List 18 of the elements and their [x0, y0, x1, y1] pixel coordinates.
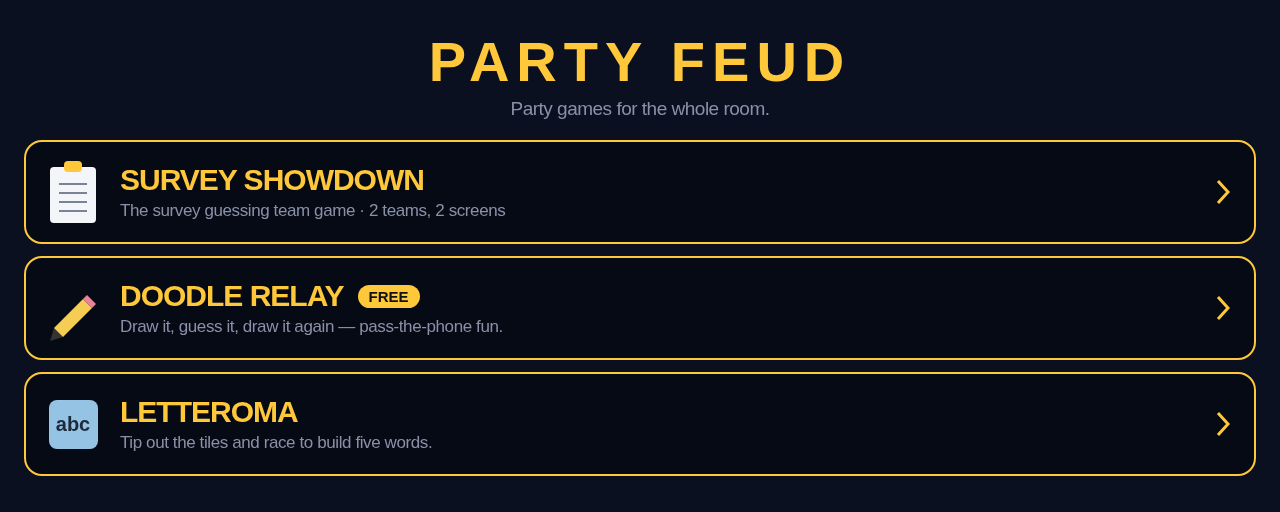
clipboard-icon [50, 161, 96, 223]
game-card[interactable]: DOODLE RELAY FREE Draw it, guess it, draw it again — pass-the-phone fun. [24, 256, 1256, 360]
letter-tile-icon: abc [48, 399, 98, 449]
chevron-icon [1216, 295, 1230, 321]
game-description: The survey guessing team game · 2 teams, 2 screens [120, 201, 507, 221]
free-badge: FREE [357, 284, 420, 308]
pencil-icon [50, 295, 96, 341]
game-description: Draw it, guess it, draw it again — pass-the-phone fun. [120, 317, 504, 337]
chevron-icon [1216, 179, 1230, 205]
game-card[interactable]: abc LETTEROMA Tip out the tiles and race to build five words. [24, 372, 1256, 476]
chevron-icon [1216, 411, 1230, 437]
game-description: Tip out the tiles and race to build five words. [120, 433, 434, 453]
app-title: PARTY FEUD [428, 32, 852, 92]
app-subtitle: Party games for the whole room. [510, 98, 770, 120]
game-title: SURVEY SHOWDOWN [120, 163, 424, 197]
game-title: DOODLE RELAY [120, 279, 344, 313]
game-card[interactable]: SURVEY SHOWDOWN The survey guessing team game · 2 teams, 2 screens [24, 140, 1256, 244]
game-title: LETTEROMA [120, 395, 298, 429]
